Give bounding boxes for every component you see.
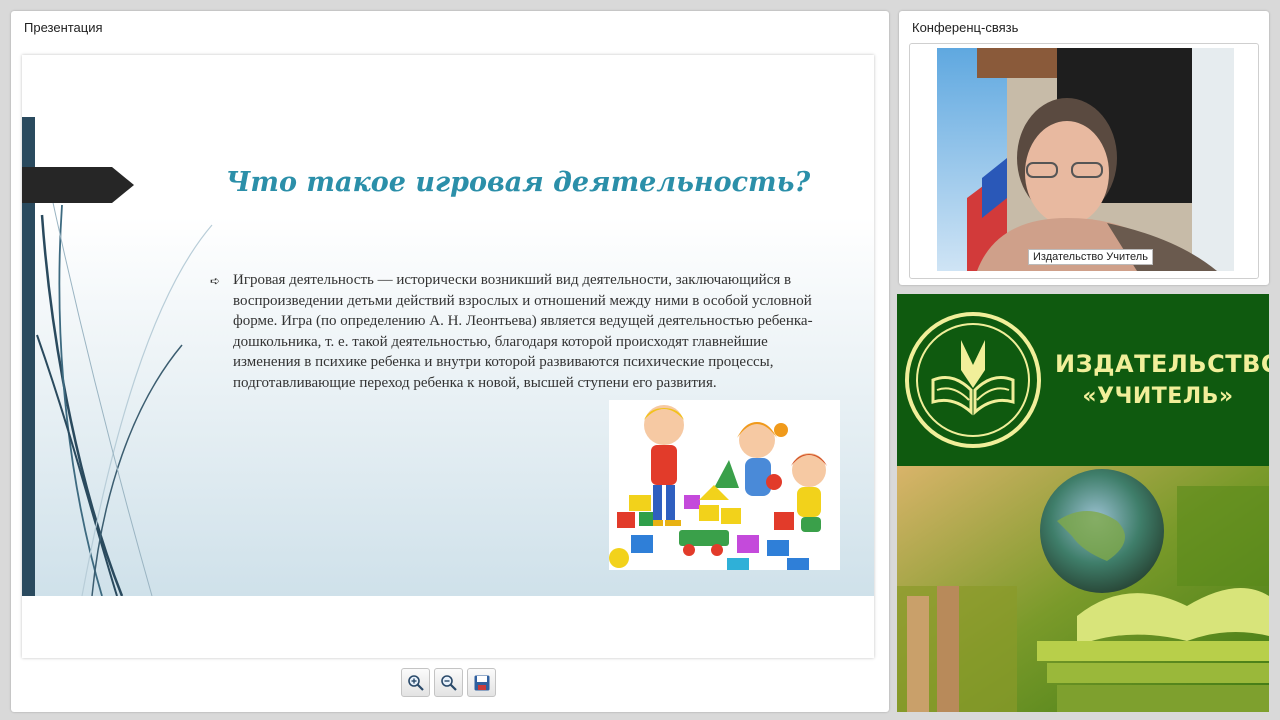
video-conference-pod: Конференц-связь	[899, 11, 1269, 285]
zoom-in-button[interactable]	[401, 668, 430, 697]
participant-name-label: Издательство Учитель	[1028, 249, 1153, 265]
zoom-out-icon	[440, 674, 457, 691]
zoom-in-icon	[407, 674, 424, 691]
webcam-feed	[937, 48, 1234, 271]
slide-body-text: Игровая деятельность — исторически возни…	[233, 272, 813, 391]
save-icon	[474, 675, 489, 690]
video-frame[interactable]	[909, 43, 1259, 279]
children-playing-image	[609, 400, 840, 570]
publisher-logo	[905, 312, 1041, 448]
banner-books-image	[897, 466, 1269, 712]
slide-title: Что такое игровая деятельность?	[225, 167, 811, 198]
video-pod-title: Конференц-связь	[912, 20, 1019, 35]
banner-header: ИЗДАТЕЛЬСТВО «УЧИТЕЛЬ»	[897, 294, 1269, 466]
presentation-pod: Презентация Что такое игровая деятельнос…	[11, 11, 889, 712]
slide: Что такое игровая деятельность? ➪ Игрова…	[22, 55, 874, 596]
slide-toolbar	[401, 668, 496, 698]
bullet-arrow-icon: ➪	[210, 274, 221, 288]
slide-viewport[interactable]: Что такое игровая деятельность? ➪ Игрова…	[22, 55, 874, 658]
publisher-banner: ИЗДАТЕЛЬСТВО «УЧИТЕЛЬ»	[897, 294, 1269, 712]
save-button[interactable]	[467, 668, 496, 697]
presentation-pod-title: Презентация	[24, 20, 103, 35]
decorative-lines	[36, 174, 213, 596]
publisher-name-line1: ИЗДАТЕЛЬСТВО	[1055, 350, 1269, 378]
zoom-out-button[interactable]	[434, 668, 463, 697]
publisher-name-line2: «УЧИТЕЛЬ»	[1082, 384, 1234, 409]
